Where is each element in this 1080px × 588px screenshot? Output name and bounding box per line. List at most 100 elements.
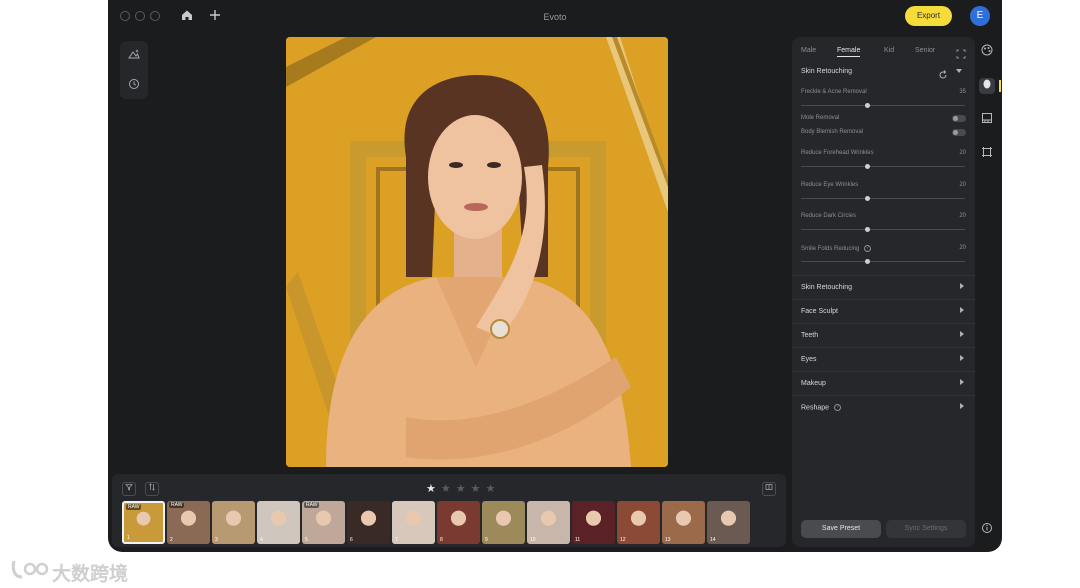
thumbnail[interactable]: 4 (257, 501, 300, 544)
group-label: Teeth (801, 332, 819, 339)
slider-knob[interactable] (865, 227, 870, 232)
star-icon[interactable]: ★ (471, 483, 486, 495)
slider-value-freckle-acne: 35 (959, 89, 966, 95)
thumbnail[interactable]: 12 (617, 501, 660, 544)
slider-label-smile-folds: Smile Folds Reducing ? (801, 245, 872, 253)
thumbnail-number: 9 (485, 537, 488, 543)
tab-senior[interactable]: Senior (915, 47, 935, 54)
reset-icon[interactable] (938, 67, 948, 85)
app-title: Evoto (543, 12, 567, 22)
body-blemish-toggle[interactable] (952, 129, 966, 136)
chevron-right-icon (960, 307, 964, 313)
slider-smile-folds[interactable] (801, 259, 965, 264)
thumbnail[interactable]: 3 (212, 501, 255, 544)
slider-knob[interactable] (865, 196, 870, 201)
info-icon[interactable]: ? (833, 404, 841, 411)
raw-badge: RAW (169, 502, 185, 508)
watermark: 大数跨境 (10, 557, 128, 585)
thumbnail[interactable]: 7 (392, 501, 435, 544)
star-icon[interactable]: ★ (441, 483, 456, 495)
thumbnail[interactable]: 9 (482, 501, 525, 544)
app-window: Evoto Export E Male Female Kid Senior Sk… (108, 0, 1002, 552)
compare-view-icon[interactable] (762, 482, 776, 496)
raw-badge: RAW (126, 504, 142, 510)
thumbnail-number: 13 (665, 537, 671, 543)
tab-male[interactable]: Male (801, 47, 816, 54)
chevron-right-icon (960, 283, 964, 289)
export-button[interactable]: Export (905, 6, 952, 26)
slider-knob[interactable] (865, 259, 870, 264)
adjustment-panel: Male Female Kid Senior Skin Retouching F… (792, 37, 975, 547)
auto-enhance-icon[interactable] (120, 47, 148, 64)
avatar[interactable]: E (970, 6, 990, 26)
tab-kid[interactable]: Kid (884, 47, 894, 54)
slider-value-smile-folds: 20 (959, 245, 966, 251)
info-circle-icon[interactable] (979, 522, 995, 538)
thumbnail[interactable]: 13 (662, 501, 705, 544)
thumbnail-number: 14 (710, 537, 716, 543)
sort-icon[interactable] (145, 482, 159, 496)
slider-dark-circles[interactable] (801, 227, 965, 232)
slider-eye-wrinkles[interactable] (801, 196, 965, 201)
thumbnail-number: 1 (127, 535, 130, 541)
thumbnail[interactable]: 10 (527, 501, 570, 544)
portrait-image (286, 37, 668, 467)
thumbnail[interactable]: 6 (347, 501, 390, 544)
slider-label-dark-circles: Reduce Dark Circles (801, 213, 857, 219)
face-select-icon[interactable] (956, 46, 966, 64)
smile-folds-label-text: Smile Folds Reducing (801, 246, 860, 253)
toggle-label-body-blemish: Body Blemish Removal (801, 129, 864, 135)
thumbnail[interactable]: RAW 2 (167, 501, 210, 544)
left-toolbar (120, 41, 148, 99)
tab-female[interactable]: Female (837, 47, 861, 57)
chevron-right-icon (960, 403, 964, 409)
palette-icon[interactable] (979, 44, 995, 60)
info-icon[interactable]: ? (864, 245, 872, 252)
active-tool-indicator (999, 80, 1001, 92)
sync-settings-button[interactable]: Sync Settings (886, 520, 966, 538)
section-title: Skin Retouching (801, 68, 852, 75)
face-retouch-icon[interactable] (979, 78, 995, 94)
group-face-sculpt[interactable]: Face Sculpt (792, 299, 975, 323)
star-icon[interactable]: ★ (426, 483, 441, 495)
group-reshape[interactable]: Reshape ? (792, 395, 975, 419)
slider-forehead-wrinkles[interactable] (801, 164, 965, 169)
thumbnail-number: 5 (305, 537, 308, 543)
group-makeup[interactable]: Makeup (792, 371, 975, 395)
group-eyes[interactable]: Eyes (792, 347, 975, 371)
chevron-right-icon (960, 379, 964, 385)
slider-label-eye-wrinkles: Reduce Eye Wrinkles (801, 182, 859, 188)
group-label: Eyes (801, 356, 817, 363)
group-label: Reshape ? (801, 404, 841, 411)
thumbnail-number: 3 (215, 537, 218, 543)
slider-label-forehead-wrinkles: Reduce Forehead Wrinkles (801, 150, 874, 156)
thumbnail[interactable]: RAW 1 (122, 501, 165, 544)
main-photo[interactable] (286, 37, 668, 467)
crop-frame-icon[interactable] (979, 146, 995, 162)
slider-knob[interactable] (865, 103, 870, 108)
thumbnail[interactable]: 14 (707, 501, 750, 544)
subject-tabs: Male Female Kid Senior (792, 47, 975, 61)
group-teeth[interactable]: Teeth (792, 323, 975, 347)
thumbnail[interactable]: 8 (437, 501, 480, 544)
watermark-text: 大数跨境 (52, 564, 129, 585)
background-icon[interactable] (979, 112, 995, 128)
star-icon[interactable]: ★ (486, 483, 501, 495)
save-preset-button[interactable]: Save Preset (801, 520, 881, 538)
group-label: Makeup (801, 380, 826, 387)
thumbnail[interactable]: 11 (572, 501, 615, 544)
group-skin-retouching[interactable]: Skin Retouching (792, 275, 975, 299)
star-icon[interactable]: ★ (456, 483, 471, 495)
history-icon[interactable] (120, 77, 148, 94)
slider-freckle-acne[interactable] (801, 103, 965, 108)
raw-badge: RAW (304, 502, 320, 508)
star-rating[interactable]: ★★★★★ (426, 482, 500, 496)
thumbnail[interactable]: RAW 5 (302, 501, 345, 544)
thumbnail-number: 6 (350, 537, 353, 543)
mole-removal-toggle[interactable] (952, 115, 966, 122)
collapse-chevron-icon[interactable] (956, 69, 962, 73)
filter-icon[interactable] (122, 482, 136, 496)
slider-value-eye-wrinkles: 20 (959, 182, 966, 188)
chevron-right-icon (960, 331, 964, 337)
slider-knob[interactable] (865, 164, 870, 169)
